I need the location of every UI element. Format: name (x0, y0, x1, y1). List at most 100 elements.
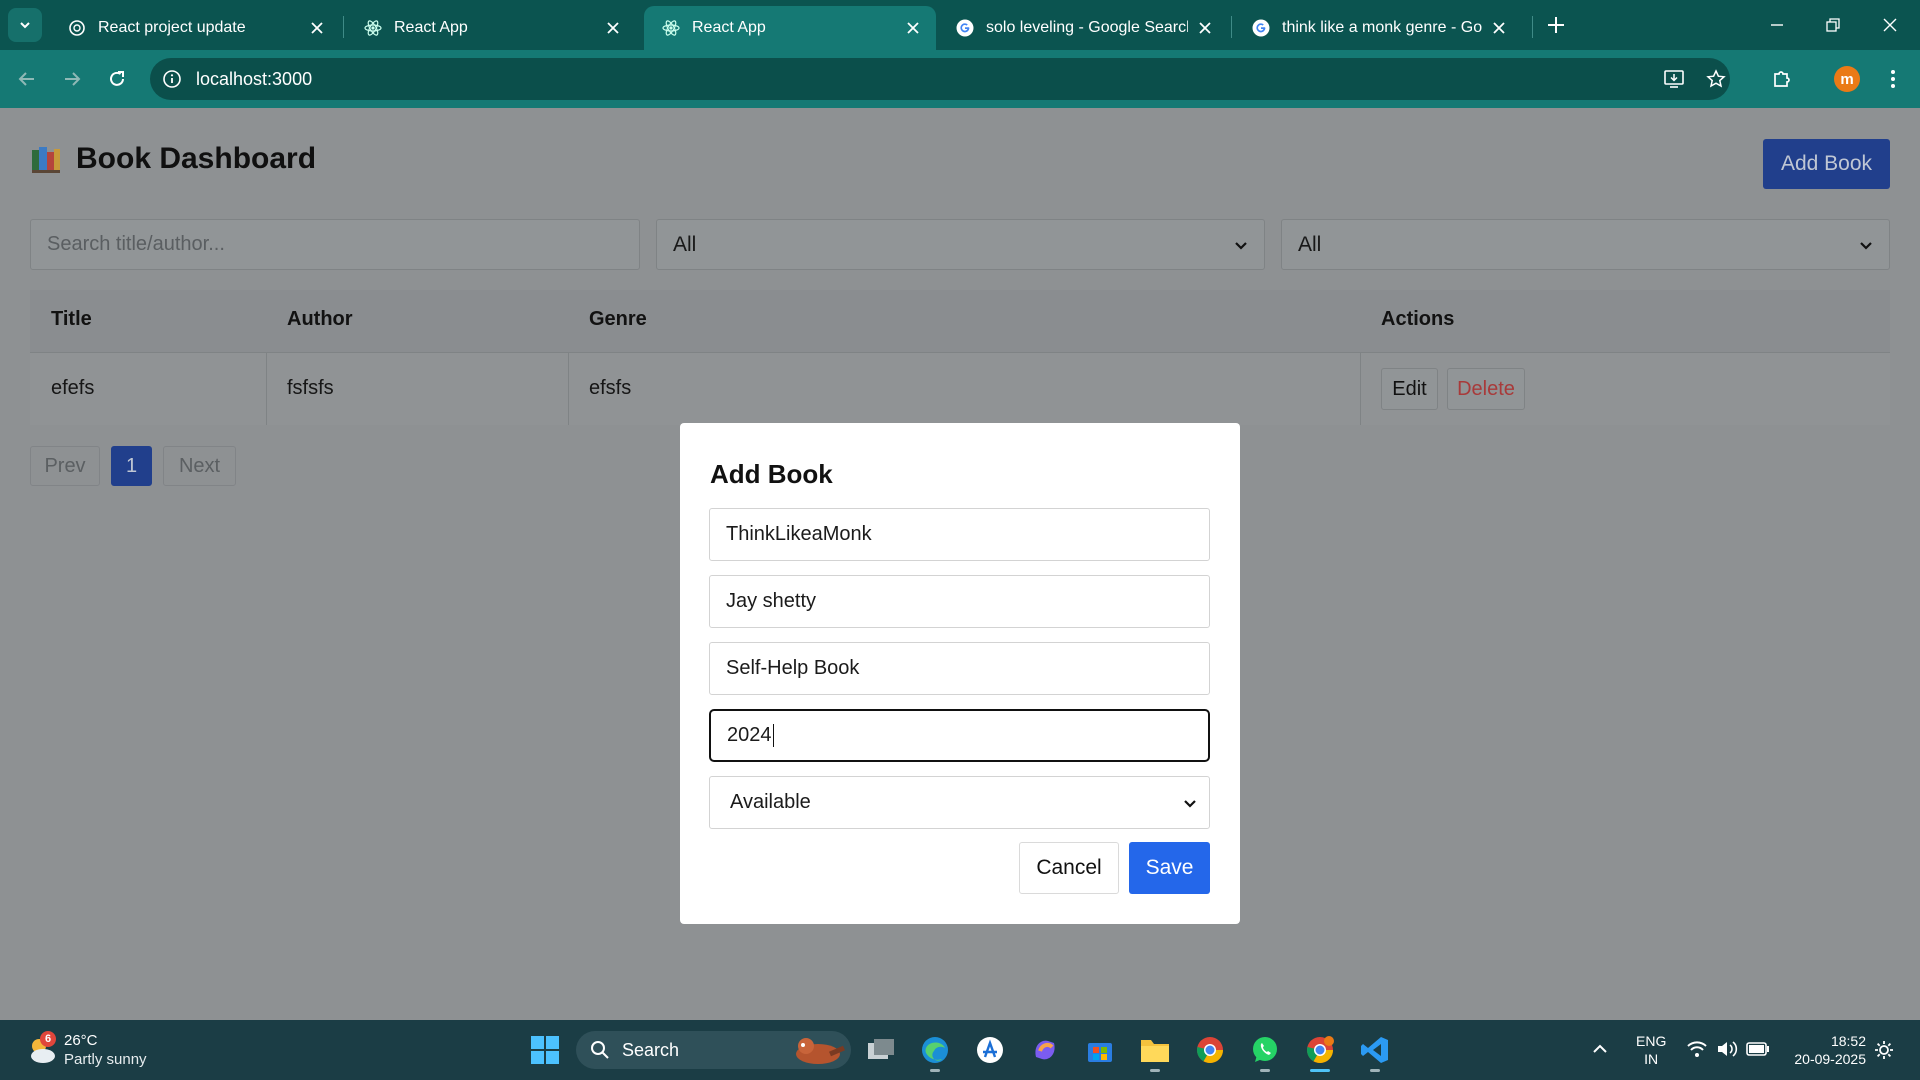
tab-search-button[interactable] (8, 8, 42, 42)
volume-icon[interactable] (1716, 1040, 1738, 1058)
close-icon[interactable] (904, 19, 922, 37)
column-divider (1360, 352, 1361, 425)
text-caret (772, 724, 774, 747)
running-indicator (1150, 1069, 1160, 1072)
reload-icon (110, 71, 124, 86)
chrome-profile-app[interactable] (1300, 1030, 1340, 1072)
chrome-icon (1306, 1036, 1334, 1064)
app-store-app[interactable] (970, 1030, 1010, 1070)
delete-button[interactable]: Delete (1447, 368, 1525, 410)
genre-filter-select[interactable]: All (656, 219, 1265, 270)
windows-logo-icon (531, 1036, 559, 1064)
close-window-button[interactable] (1875, 10, 1905, 40)
page-1-button[interactable]: 1 (111, 446, 152, 486)
install-app-icon[interactable] (1663, 69, 1685, 89)
restore-button[interactable] (1818, 10, 1848, 40)
table-row: efefs fsfsfs efsfs (30, 352, 1890, 425)
title-field[interactable]: ThinkLikeaMonk (709, 508, 1210, 561)
prev-page-button[interactable]: Prev (30, 446, 100, 486)
tab-title: solo leveling - Google Search (986, 19, 1188, 36)
language-line1: ENG (1636, 1033, 1667, 1049)
star-icon[interactable] (1706, 69, 1726, 89)
minimize-button[interactable] (1762, 10, 1792, 40)
chrome-app[interactable] (1190, 1030, 1230, 1070)
browser-menu-button[interactable] (1878, 64, 1908, 94)
chevron-down-icon (1860, 241, 1872, 250)
chevron-down-icon (20, 22, 30, 29)
vscode-icon (1361, 1037, 1388, 1063)
microsoft-store-app[interactable] (1080, 1030, 1120, 1070)
running-indicator (1260, 1069, 1270, 1072)
add-book-button[interactable]: Add Book (1763, 139, 1890, 189)
copilot-icon (1035, 1040, 1055, 1060)
status-select[interactable]: Available (709, 776, 1210, 829)
reload-button[interactable] (102, 64, 132, 94)
add-book-dialog: Add Book ThinkLikeaMonk Jay shetty Self-… (680, 423, 1240, 924)
site-info-icon[interactable] (162, 69, 182, 89)
tab-solo-leveling[interactable]: solo leveling - Google Search (938, 6, 1228, 50)
wifi-icon[interactable] (1686, 1040, 1708, 1058)
kebab-menu-icon (1891, 70, 1895, 88)
tab-title: React App (394, 19, 468, 36)
task-view-icon (868, 1039, 894, 1059)
genre-filter-value: All (673, 232, 697, 256)
google-icon (1252, 19, 1270, 37)
profile-avatar[interactable]: m (1834, 66, 1860, 92)
status-filter-select[interactable]: All (1281, 219, 1890, 270)
address-bar[interactable]: localhost:3000 (150, 58, 1730, 100)
genre-field[interactable]: Self-Help Book (709, 642, 1210, 695)
author-field[interactable]: Jay shetty (709, 575, 1210, 628)
react-icon (662, 20, 680, 36)
running-indicator (930, 1069, 940, 1072)
next-page-button[interactable]: Next (163, 446, 236, 486)
language-line2: IN (1644, 1051, 1659, 1067)
save-button[interactable]: Save (1129, 842, 1210, 894)
battery-icon[interactable] (1746, 1042, 1770, 1056)
cell-author: fsfsfs (287, 377, 334, 399)
back-button[interactable] (12, 64, 42, 94)
search-input[interactable]: Search title/author... (30, 219, 640, 270)
copilot-app[interactable] (1025, 1030, 1065, 1070)
task-view-app[interactable] (861, 1030, 901, 1070)
close-icon[interactable] (1196, 19, 1214, 37)
tab-divider (1231, 16, 1232, 38)
restore-icon (1826, 18, 1840, 32)
tab-think-like-a-monk[interactable]: think like a monk genre - Goog (1234, 6, 1522, 50)
chevron-down-icon (1184, 799, 1196, 808)
whatsapp-icon (1253, 1037, 1277, 1062)
tab-react-app-active[interactable]: React App (644, 6, 936, 50)
column-divider (266, 352, 267, 425)
new-tab-icon[interactable] (1543, 12, 1569, 38)
folder-icon (1141, 1040, 1169, 1062)
close-icon[interactable] (308, 19, 326, 37)
taskbar-search[interactable]: Search (576, 1031, 851, 1069)
close-icon[interactable] (1490, 19, 1508, 37)
column-divider (568, 352, 569, 425)
arrow-left-icon (18, 72, 34, 86)
language-indicator[interactable]: ENG IN (1636, 1032, 1666, 1068)
weather-widget[interactable]: 6 26°C Partly sunny (26, 1030, 186, 1072)
status-select-value: Available (730, 791, 811, 813)
edit-button[interactable]: Edit (1381, 368, 1438, 410)
file-explorer-app[interactable] (1135, 1030, 1175, 1072)
page-title-text: Book Dashboard (76, 142, 317, 175)
tab-divider (1532, 16, 1533, 38)
arrow-right-icon (65, 72, 81, 86)
weather-desc: Partly sunny (64, 1051, 147, 1068)
tab-react-app-1[interactable]: React App (346, 6, 636, 50)
column-header-author: Author (287, 308, 353, 330)
cancel-button[interactable]: Cancel (1019, 842, 1119, 894)
forward-button[interactable] (57, 64, 87, 94)
extensions-button[interactable] (1767, 64, 1797, 94)
vscode-app[interactable] (1355, 1030, 1395, 1072)
notification-settings-icon[interactable] (1874, 1040, 1894, 1060)
close-icon[interactable] (604, 19, 622, 37)
start-button[interactable] (525, 1030, 565, 1070)
chevron-up-icon[interactable] (1592, 1042, 1608, 1056)
year-field-value: 2024 (727, 724, 772, 746)
whatsapp-app[interactable] (1245, 1030, 1285, 1072)
clock[interactable]: 18:52 20-09-2025 (1784, 1032, 1866, 1068)
year-field[interactable]: 2024 (709, 709, 1210, 762)
tab-react-project-update[interactable]: React project update (50, 6, 340, 50)
edge-app[interactable] (915, 1030, 955, 1072)
